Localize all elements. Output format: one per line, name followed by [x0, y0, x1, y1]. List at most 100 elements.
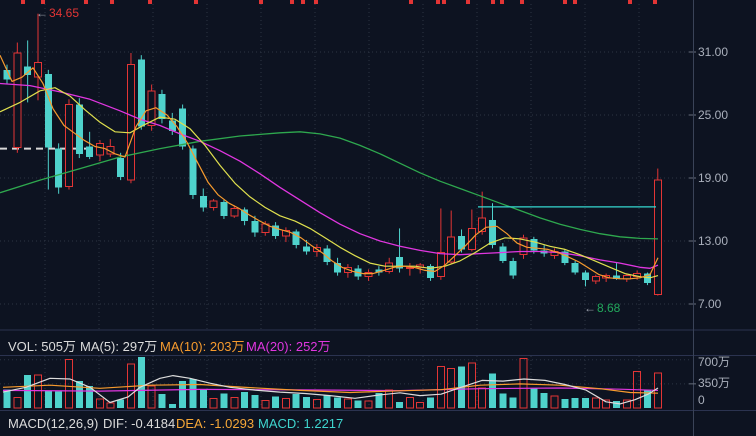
top-tick: [563, 0, 567, 4]
top-tick: [259, 0, 263, 4]
candle-body: [189, 148, 197, 195]
high-value: 34.65: [49, 6, 80, 20]
candle-body: [44, 74, 52, 148]
candle-body: [179, 108, 187, 147]
volume-bar: [241, 392, 249, 408]
volume-bar: [612, 401, 620, 408]
top-tick: [491, 0, 495, 4]
candle-body: [251, 221, 259, 233]
top-tick: [628, 0, 632, 4]
top-tick: [436, 0, 440, 4]
volume-bar: [334, 397, 342, 408]
volume-bar: [44, 390, 52, 408]
candle-body: [436, 252, 445, 278]
volume-bar: [396, 401, 404, 408]
vol-ma20-label: MA(20): 252万: [246, 339, 331, 354]
volume-bar: [427, 397, 435, 408]
volume-bar: [251, 394, 259, 408]
volume-bar: [323, 395, 331, 408]
volume-bar: [354, 400, 362, 408]
volume-bar: [189, 379, 197, 408]
high-annotation: ←34.65: [36, 6, 79, 20]
volume-bar: [55, 391, 63, 408]
candle-body: [447, 236, 456, 263]
candle-body: [591, 276, 600, 282]
price-axis-label: 31.00: [698, 45, 729, 59]
volume-bar: [312, 399, 321, 409]
candle-body: [64, 104, 73, 187]
candle-body: [95, 142, 104, 156]
top-tick: [21, 0, 25, 4]
top-tick: [573, 0, 577, 4]
candle-body: [199, 195, 207, 208]
top-tick: [314, 0, 318, 4]
price-axis-label: 19.00: [698, 171, 729, 185]
candle-body: [117, 158, 125, 177]
candle-body: [55, 148, 63, 188]
top-tick: [442, 0, 446, 4]
top-tick: [466, 0, 470, 4]
stock-chart-app: ←34.65 ←8.68 31.00 25.00 19.00 13.00 7.0…: [0, 0, 756, 436]
top-tick: [653, 0, 657, 4]
candle-body: [571, 263, 579, 273]
volume-bar: [292, 394, 300, 408]
top-tick: [290, 0, 294, 4]
volume-bar: [158, 394, 166, 408]
volume-bar: [209, 397, 218, 409]
volume-bar: [106, 402, 115, 409]
volume-bar: [478, 387, 487, 409]
top-tick: [409, 0, 413, 4]
volume-bar: [117, 399, 125, 408]
vol-ma10-label: MA(10): 203万: [160, 339, 245, 354]
candle-body: [209, 200, 218, 208]
volume-bar: [343, 398, 352, 409]
vol-current-label: VOL: 505万: [8, 339, 76, 354]
volume-bar: [95, 398, 104, 409]
volume-bar: [489, 373, 497, 408]
macd-name-label: MACD(12,26,9): [8, 416, 99, 431]
volume-axis-label: 0: [698, 393, 705, 407]
top-tick: [110, 0, 114, 4]
volume-bar: [220, 393, 228, 408]
volume-bar: [75, 381, 83, 408]
top-tick: [84, 0, 88, 4]
price-axis-label: 7.00: [698, 297, 722, 311]
candle-body: [220, 202, 228, 216]
volume-bar: [13, 397, 22, 409]
volume-bar: [168, 403, 176, 408]
vol-ma5-label: MA(5): 297万: [80, 339, 158, 354]
candle-body: [509, 260, 517, 276]
candle-body: [241, 209, 249, 222]
volume-bar: [436, 366, 445, 409]
candle-body: [137, 59, 145, 127]
macd-dea-label: DEA: -1.0293: [176, 416, 255, 431]
volume-bar: [137, 356, 145, 408]
candle-body: [126, 64, 135, 181]
volume-bar: [199, 390, 207, 408]
volume-bar: [303, 396, 311, 408]
candle-body: [385, 262, 394, 272]
volume-bar: [385, 389, 394, 409]
macd-macd-label: MACD: 1.2217: [258, 416, 344, 431]
top-tick: [500, 0, 504, 4]
top-tick: [520, 0, 524, 4]
low-annotation: ←8.68: [584, 301, 620, 315]
left-arrow-icon: ←: [36, 6, 48, 20]
volume-bar: [550, 395, 559, 409]
volume-bar: [416, 401, 425, 409]
candle-body: [75, 104, 83, 154]
chart-canvas[interactable]: [0, 0, 756, 436]
low-value: 8.68: [597, 301, 621, 315]
volume-bar: [499, 393, 507, 408]
volume-bar: [530, 387, 538, 408]
volume-bar: [24, 374, 32, 408]
volume-bar: [272, 396, 280, 408]
volume-axis-label: 700万: [698, 355, 731, 369]
volume-axis-label: 350万: [698, 376, 731, 390]
volume-bar: [261, 399, 270, 409]
candle-body: [230, 207, 239, 217]
macd-dif-label: DIF: -0.4184: [103, 416, 176, 431]
volume-bar: [405, 397, 414, 409]
volume-bar: [561, 399, 569, 408]
candle-body: [86, 146, 94, 157]
